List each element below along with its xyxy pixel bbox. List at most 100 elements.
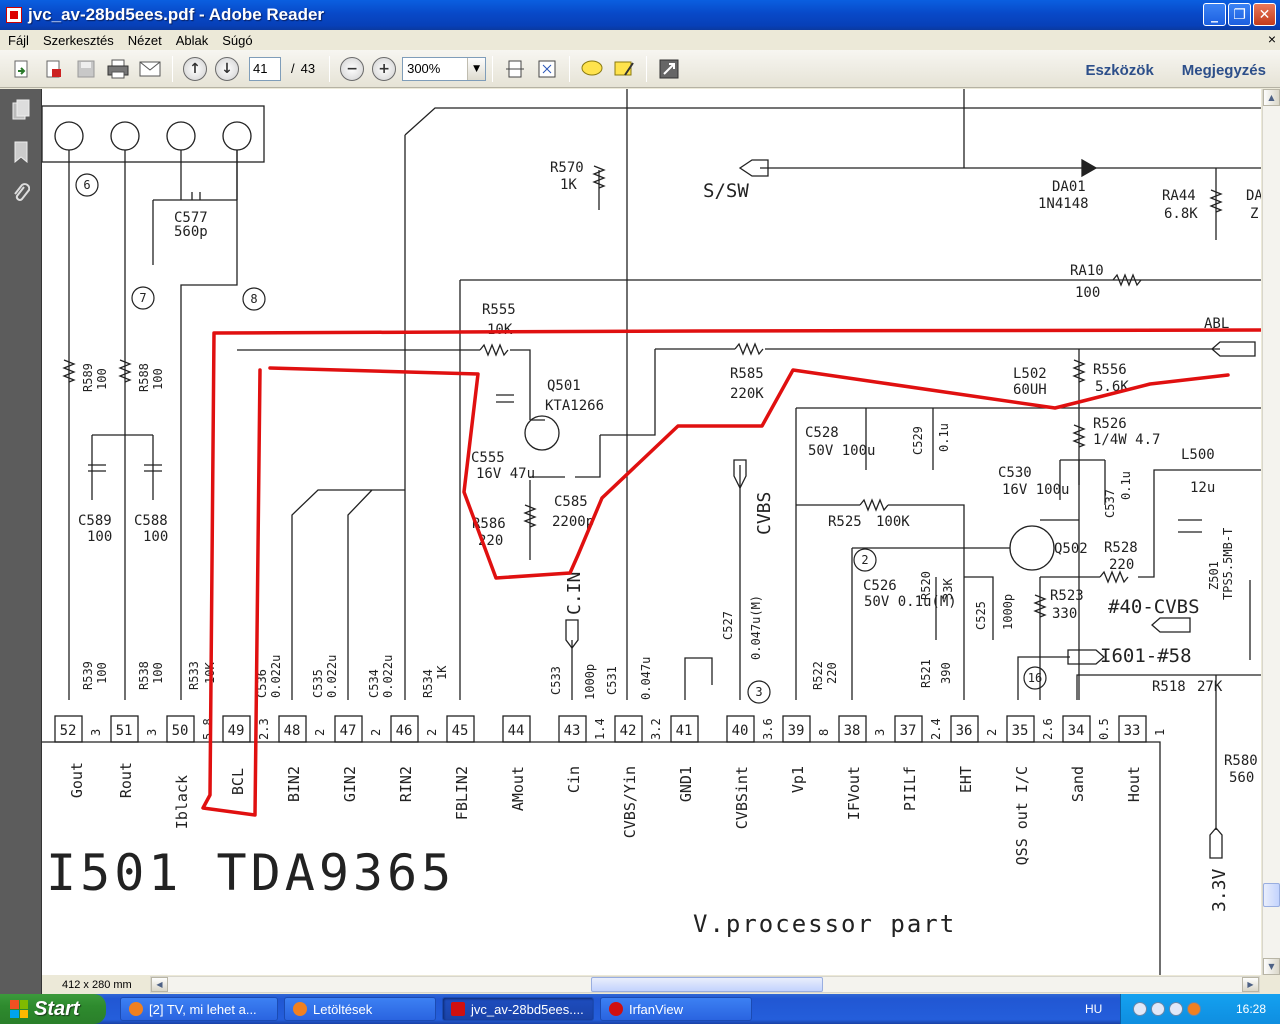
menu-window[interactable]: Ablak: [168, 33, 215, 48]
label-c588: C588: [134, 513, 168, 529]
firefox-tray-icon[interactable]: [1187, 1002, 1201, 1016]
label-c527: C527: [721, 611, 735, 640]
zoom-select[interactable]: 300% ▼: [402, 56, 487, 81]
document-view[interactable]: 6 7 8 2 3 16 S/SW R570 1K DA01 1N4148 RA…: [42, 89, 1261, 975]
next-page-icon[interactable]: ↓: [215, 56, 239, 81]
zoom-in-icon[interactable]: +: [372, 56, 397, 81]
help-tray-icon[interactable]: [1133, 1002, 1147, 1016]
task-adobe-reader[interactable]: jvc_av-28bd5ees....: [442, 997, 594, 1021]
net-cvbs: CVBS: [754, 492, 775, 535]
maximize-button[interactable]: ❐: [1228, 3, 1251, 26]
start-button[interactable]: Start: [0, 994, 106, 1024]
zoom-out-icon[interactable]: −: [340, 56, 365, 81]
page-number-input[interactable]: [249, 56, 281, 81]
document-close-icon[interactable]: ×: [1268, 31, 1276, 47]
pdf-icon: [6, 7, 22, 23]
label-r538: R538: [137, 661, 151, 690]
vertical-scroll-thumb[interactable]: [1263, 883, 1280, 907]
pin-36-number: 36: [956, 723, 973, 739]
status-bar: 412 x 280 mm ◀ ▶: [42, 975, 1280, 994]
net-3v3: 3.3V: [1209, 868, 1230, 912]
scroll-right-icon[interactable]: ▶: [1242, 977, 1259, 992]
volume-tray-icon[interactable]: [1169, 1002, 1183, 1016]
pin-51-name: Rout: [117, 762, 135, 798]
menu-view[interactable]: Nézet: [120, 33, 168, 48]
label-da: DA: [1246, 188, 1261, 204]
title-bar[interactable]: jvc_av-28bd5ees.pdf - Adobe Reader _ ❐ ✕: [0, 0, 1280, 30]
comment-button[interactable]: Megjegyzés: [1182, 62, 1266, 79]
label-z: Z: [1250, 206, 1258, 222]
chevron-down-icon[interactable]: ▼: [467, 57, 486, 80]
bookmarks-icon[interactable]: [6, 137, 36, 167]
label-r539: R539: [81, 661, 95, 690]
pdf-icon: [451, 1002, 465, 1016]
label-r522-value: 220: [825, 662, 839, 684]
horizontal-scroll-thumb[interactable]: [591, 977, 823, 992]
open-icon[interactable]: [8, 55, 36, 83]
pin-46-name: RIN2: [397, 766, 415, 802]
task-downloads[interactable]: Letöltések: [284, 997, 436, 1021]
pin-39-voltage: 8: [817, 729, 831, 736]
attachments-icon[interactable]: [6, 179, 36, 209]
net-40-cvbs: #40-CVBS: [1108, 596, 1200, 618]
menu-help[interactable]: Súgó: [214, 33, 258, 48]
label-1n4148: 1N4148: [1038, 196, 1089, 212]
label-r522: R522: [811, 661, 825, 690]
print-icon[interactable]: [104, 55, 132, 83]
vertical-scrollbar[interactable]: ▲ ▼: [1262, 89, 1280, 975]
label-c589-value: 100: [87, 529, 112, 545]
pin-52-voltage: 3: [89, 729, 103, 736]
highlight-icon[interactable]: [610, 55, 638, 83]
task-label: jvc_av-28bd5ees....: [471, 1001, 584, 1017]
pin-42-number: 42: [620, 723, 637, 739]
label-l502-value: 60UH: [1013, 382, 1047, 398]
label-r534: R534: [421, 669, 435, 698]
network-tray-icon[interactable]: [1151, 1002, 1165, 1016]
pin-49-number: 49: [228, 723, 245, 739]
pin-52-number: 52: [60, 723, 77, 739]
save-icon[interactable]: [72, 55, 100, 83]
fit-width-icon[interactable]: [501, 55, 529, 83]
label-c535-value: 0.022u: [325, 655, 339, 698]
menu-file[interactable]: Fájl: [0, 33, 35, 48]
close-button[interactable]: ✕: [1253, 3, 1276, 26]
connector-2: 2: [861, 553, 868, 567]
label-r526: R526: [1093, 416, 1127, 432]
firefox-icon: [129, 1002, 143, 1016]
scroll-up-icon[interactable]: ▲: [1263, 89, 1280, 106]
label-ra44-value: 6.8K: [1164, 206, 1198, 222]
full-screen-icon[interactable]: [655, 55, 683, 83]
firefox-icon: [293, 1002, 307, 1016]
label-c534-value: 0.022u: [381, 655, 395, 698]
label-c577-value: 560p: [174, 224, 208, 240]
pin-42-name: CVBS/Yin: [621, 766, 639, 838]
taskbar: Start [2] TV, mi lehet a... Letöltések j…: [0, 994, 1280, 1024]
pin-35-voltage: 2.6: [1041, 718, 1055, 740]
fit-page-icon[interactable]: [533, 55, 561, 83]
scroll-down-icon[interactable]: ▼: [1263, 958, 1280, 975]
pin-49-voltage: 2.3: [257, 718, 271, 740]
language-indicator[interactable]: HU: [1085, 1002, 1102, 1016]
pin-51-number: 51: [116, 723, 133, 739]
task-label: IrfanView: [629, 1001, 683, 1017]
scroll-left-icon[interactable]: ◀: [151, 977, 168, 992]
pin-49-name: BCL: [229, 768, 247, 795]
previous-page-icon[interactable]: ↑: [183, 56, 207, 81]
pin-47-name: GIN2: [341, 766, 359, 802]
email-icon[interactable]: [136, 55, 164, 83]
label-l502: L502: [1013, 366, 1047, 382]
label-ra10: RA10: [1070, 263, 1104, 279]
menu-bar: Fájl Szerkesztés Nézet Ablak Súgó ×: [0, 30, 1280, 50]
label-l500: L500: [1181, 447, 1215, 463]
create-pdf-icon[interactable]: [40, 55, 68, 83]
horizontal-scrollbar[interactable]: ◀ ▶: [150, 976, 1260, 993]
comment-icon[interactable]: [578, 55, 606, 83]
pin-43-name: Cin: [565, 766, 583, 793]
task-irfanview[interactable]: IrfanView: [600, 997, 752, 1021]
task-firefox-forum[interactable]: [2] TV, mi lehet a...: [120, 997, 278, 1021]
menu-edit[interactable]: Szerkesztés: [35, 33, 120, 48]
tools-button[interactable]: Eszközök: [1085, 62, 1153, 79]
pin-40-name: CVBSint: [733, 766, 751, 829]
minimize-button[interactable]: _: [1203, 3, 1226, 26]
pages-icon[interactable]: [6, 95, 36, 125]
